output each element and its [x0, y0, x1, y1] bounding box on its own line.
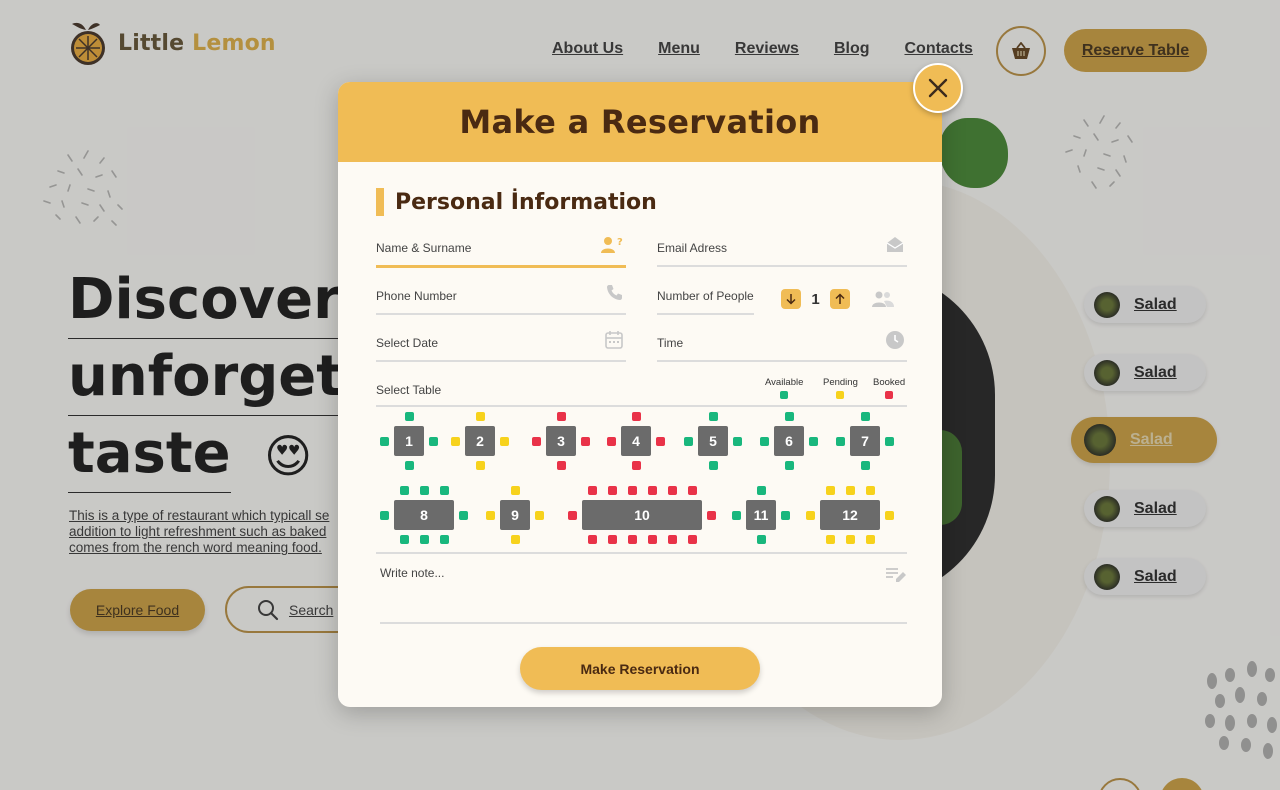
table-3[interactable]: 3 [546, 426, 576, 456]
seat [885, 510, 894, 520]
seat [535, 510, 544, 520]
seat [475, 412, 485, 421]
seat [860, 461, 870, 470]
seat [475, 461, 485, 470]
seat [429, 436, 438, 446]
seat [845, 535, 855, 544]
make-reservation-button[interactable]: Make Reservation [520, 647, 760, 690]
seat [532, 436, 541, 446]
seat [556, 461, 566, 470]
seat [486, 510, 495, 520]
seat [865, 486, 875, 495]
seat [607, 535, 617, 544]
table-6[interactable]: 6 [774, 426, 804, 456]
seat [631, 412, 641, 421]
seat [607, 436, 616, 446]
seat [510, 486, 520, 495]
seat [631, 461, 641, 470]
seat [806, 510, 815, 520]
seat [733, 436, 742, 446]
edit-note-icon [886, 568, 906, 582]
seat [732, 510, 741, 520]
seat [825, 535, 835, 544]
seat [865, 535, 875, 544]
close-icon [928, 78, 948, 98]
seat [784, 412, 794, 421]
seat [500, 436, 509, 446]
seat [684, 436, 693, 446]
seat [687, 486, 697, 495]
seat [607, 486, 617, 495]
seat [707, 510, 716, 520]
seat [756, 486, 766, 495]
divider [376, 552, 907, 554]
seat [510, 535, 520, 544]
table-4[interactable]: 4 [621, 426, 651, 456]
seat [380, 436, 389, 446]
seat [439, 486, 449, 495]
seat [845, 486, 855, 495]
seat [667, 486, 677, 495]
table-11[interactable]: 11 [746, 500, 776, 530]
table-8[interactable]: 8 [394, 500, 454, 530]
seat [809, 436, 818, 446]
seat [656, 436, 665, 446]
seat [399, 486, 409, 495]
seat [687, 535, 697, 544]
seat [760, 436, 769, 446]
table-12[interactable]: 12 [820, 500, 880, 530]
seat [885, 436, 894, 446]
table-1[interactable]: 1 [394, 426, 424, 456]
seat [404, 461, 414, 470]
reservation-modal: Make a Reservation Personal İnformation … [338, 82, 942, 707]
seat [627, 486, 637, 495]
seat [380, 510, 389, 520]
note-placeholder: Write note... [380, 566, 445, 580]
seat [399, 535, 409, 544]
seat [756, 535, 766, 544]
seat [587, 486, 597, 495]
seat [825, 486, 835, 495]
seat [781, 510, 790, 520]
seat [587, 535, 597, 544]
seat [404, 412, 414, 421]
seat [451, 436, 460, 446]
table-5[interactable]: 5 [698, 426, 728, 456]
seat [836, 436, 845, 446]
seat [419, 535, 429, 544]
seat [439, 535, 449, 544]
table-2[interactable]: 2 [465, 426, 495, 456]
seat [647, 486, 657, 495]
seat [784, 461, 794, 470]
seat [667, 535, 677, 544]
seat [860, 412, 870, 421]
seat [627, 535, 637, 544]
seat [647, 535, 657, 544]
table-9[interactable]: 9 [500, 500, 530, 530]
seat [581, 436, 590, 446]
note-field[interactable]: Write note... [380, 566, 907, 624]
seat [419, 486, 429, 495]
close-modal-button[interactable] [913, 63, 963, 113]
table-10[interactable]: 10 [582, 500, 702, 530]
seat [708, 412, 718, 421]
seat [568, 510, 577, 520]
seat [556, 412, 566, 421]
seat [708, 461, 718, 470]
table-7[interactable]: 7 [850, 426, 880, 456]
seat [459, 510, 468, 520]
